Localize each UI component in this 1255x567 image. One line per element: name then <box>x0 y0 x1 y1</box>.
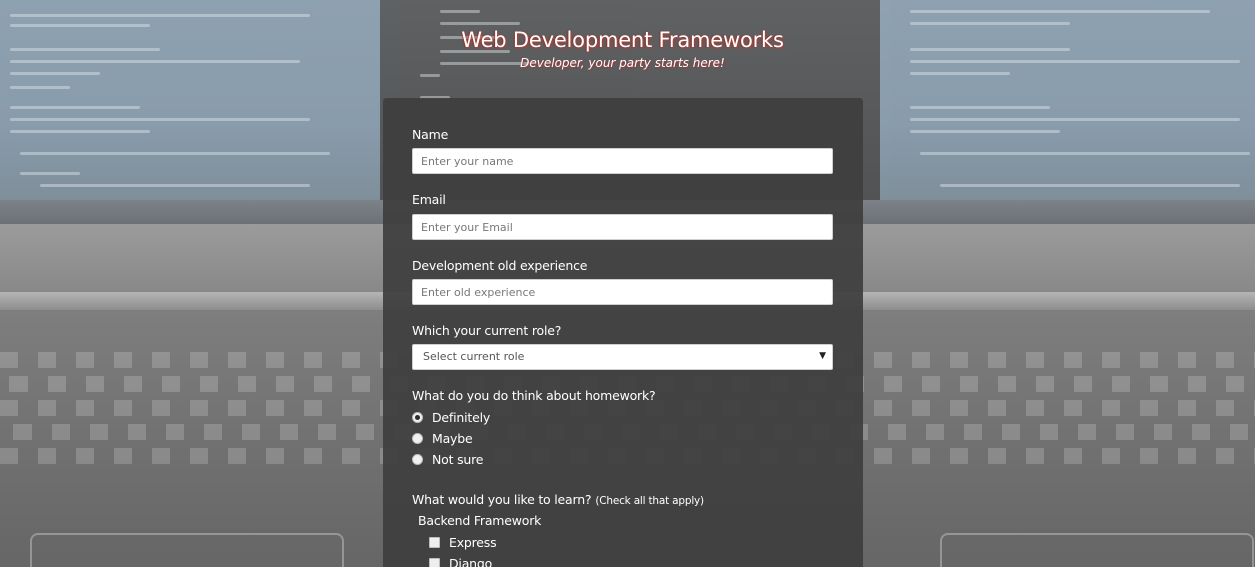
learn-question: What would you like to learn? <box>412 492 592 507</box>
checkbox[interactable] <box>429 536 440 548</box>
homework-option-maybe[interactable]: Maybe <box>412 429 473 447</box>
radio-label: Maybe <box>432 430 473 446</box>
email-label: Email <box>412 192 446 207</box>
email-input[interactable] <box>412 214 833 240</box>
page-title: Web Development Frameworks <box>461 28 784 52</box>
radio-button[interactable] <box>412 432 423 444</box>
homework-label: What do you do think about homework? <box>412 388 656 403</box>
checkbox-label: Django <box>449 555 493 567</box>
checkbox-label: Express <box>449 534 497 550</box>
survey-form: Name Email Development old experience Wh… <box>383 98 863 567</box>
name-label: Name <box>412 127 449 142</box>
dropdown-arrow-icon: ▼ <box>819 351 826 361</box>
homework-option-definitely[interactable]: Definitely <box>412 408 490 426</box>
page-subtitle: Developer, your party starts here! <box>520 56 725 70</box>
name-input[interactable] <box>412 148 833 174</box>
learn-option-express[interactable]: Express <box>429 533 497 551</box>
learn-label: What would you like to learn? (Check all … <box>412 492 704 507</box>
radio-label: Definitely <box>432 409 491 425</box>
experience-label: Development old experience <box>412 258 588 273</box>
radio-button[interactable] <box>412 453 423 465</box>
homework-option-not-sure[interactable]: Not sure <box>412 450 483 468</box>
experience-input[interactable] <box>412 279 833 305</box>
radio-button-checked[interactable] <box>412 411 423 423</box>
role-select-value: Select current role <box>423 350 525 363</box>
role-label: Which your current role? <box>412 323 562 338</box>
page-header: Web Development Frameworks Developer, yo… <box>0 28 1245 70</box>
learn-hint: (Check all that apply) <box>595 495 704 507</box>
backend-framework-label: Backend Framework <box>418 513 542 528</box>
learn-option-django[interactable]: Django <box>429 554 492 567</box>
role-select[interactable]: Select current role ▼ <box>412 344 833 370</box>
checkbox[interactable] <box>429 557 440 567</box>
radio-label: Not sure <box>432 451 484 467</box>
